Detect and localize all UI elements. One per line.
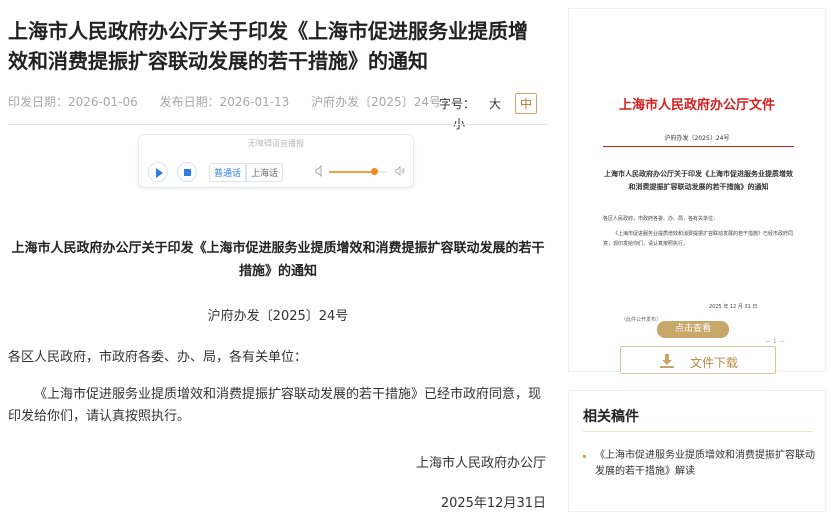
download-button[interactable]: 文件下载 bbox=[620, 346, 776, 374]
related-articles: 相关稿件 《上海市促进服务业提质增效和消费提振扩容联动发展的若干措施》解读 bbox=[568, 390, 826, 512]
play-icon bbox=[156, 168, 163, 178]
preview-doc-number: 沪府办发〔2025〕24号 bbox=[664, 135, 730, 142]
volume-up-icon[interactable] bbox=[395, 165, 405, 177]
related-divider bbox=[583, 431, 813, 432]
volume-down-icon[interactable] bbox=[315, 165, 325, 177]
view-document-button[interactable]: 点击查看 bbox=[657, 321, 729, 338]
preview-header-title: 上海市人民政府办公厅文件 bbox=[618, 98, 775, 113]
preview-red-line bbox=[603, 146, 794, 147]
volume-slider[interactable] bbox=[329, 168, 387, 175]
issuer: 上海市人民政府办公厅 bbox=[415, 456, 546, 471]
volume-knob[interactable] bbox=[371, 168, 379, 175]
main-content: 上海市人民政府办公厅关于印发《上海市促进服务业提质增效和消费提振扩容联动发展的若… bbox=[0, 0, 552, 516]
preview-body: 《上海市促进服务业提质增效和消费提振扩容联动发展的若干措施》已经市政府同意，现印… bbox=[603, 231, 794, 247]
audio-player: 无障碍语音播报 普通话 上海话 bbox=[138, 134, 414, 188]
document-date: 2025年12月31日 bbox=[440, 496, 546, 511]
preview-addressee: 各区人民政府，市政府各委、办、局，各有关单位： bbox=[603, 216, 719, 222]
stop-button[interactable] bbox=[177, 162, 197, 182]
preview-note: （此件公开发布） bbox=[621, 317, 662, 323]
player-title: 无障碍语音播报 bbox=[248, 139, 304, 148]
download-label: 文件下载 bbox=[690, 356, 739, 370]
play-button[interactable] bbox=[148, 162, 168, 182]
doc-number-meta: 沪府办发〔2025〕24号 bbox=[311, 95, 441, 109]
sidebar: 上海市人民政府办公厅文件 沪府办发〔2025〕24号 上海市人民政府办公厅关于印… bbox=[568, 0, 831, 516]
page-title: 上海市人民政府办公厅关于印发《上海市促进服务业提质增效和消费提振扩容联动发展的若… bbox=[8, 19, 528, 73]
related-item-link[interactable]: 《上海市促进服务业提质增效和消费提振扩容联动发展的若干措施》解读 bbox=[595, 448, 821, 480]
preview-heading: 上海市人民政府办公厅关于印发《上海市促进服务业提质增效和消费提振扩容联动发展的若… bbox=[604, 169, 793, 191]
font-size-switcher: 字号：大中小 bbox=[439, 93, 552, 133]
addressee: 各区人民政府，市政府各委、办、局，各有关单位： bbox=[8, 350, 308, 365]
divider bbox=[8, 124, 548, 125]
lang-mandarin-button[interactable]: 普通话 bbox=[209, 163, 247, 182]
document-number: 沪府办发〔2025〕24号 bbox=[207, 309, 349, 324]
bullet-icon bbox=[583, 455, 586, 458]
lang-shanghainese-button[interactable]: 上海话 bbox=[246, 163, 284, 182]
download-icon bbox=[660, 354, 674, 368]
stop-icon bbox=[184, 169, 191, 176]
preview-date: 2025 年 12 月 31 日 bbox=[709, 304, 758, 310]
publish-date: 发布日期：2026-01-13 bbox=[159, 95, 290, 109]
volume-level bbox=[329, 171, 375, 173]
related-title: 相关稿件 bbox=[583, 409, 639, 425]
document-heading: 上海市人民政府办公厅关于印发《上海市促进服务业提质增效和消费提振扩容联动发展的若… bbox=[11, 241, 545, 279]
font-size-label: 字号： bbox=[439, 97, 476, 111]
document-preview: 上海市人民政府办公厅文件 沪府办发〔2025〕24号 上海市人民政府办公厅关于印… bbox=[568, 8, 826, 374]
print-date: 印发日期：2026-01-06 bbox=[8, 95, 138, 109]
font-size-large-button[interactable]: 大 bbox=[485, 94, 505, 113]
article-meta: 印发日期：2026-01-06 发布日期：2026-01-13 沪府办发〔202… bbox=[8, 93, 459, 110]
font-size-medium-button[interactable]: 中 bbox=[515, 93, 538, 114]
document-body: 《上海市促进服务业提质增效和消费提振扩容联动发展的若干措施》已经市政府同意，现印… bbox=[8, 387, 542, 424]
preview-page-number: — 1 — bbox=[765, 338, 785, 345]
